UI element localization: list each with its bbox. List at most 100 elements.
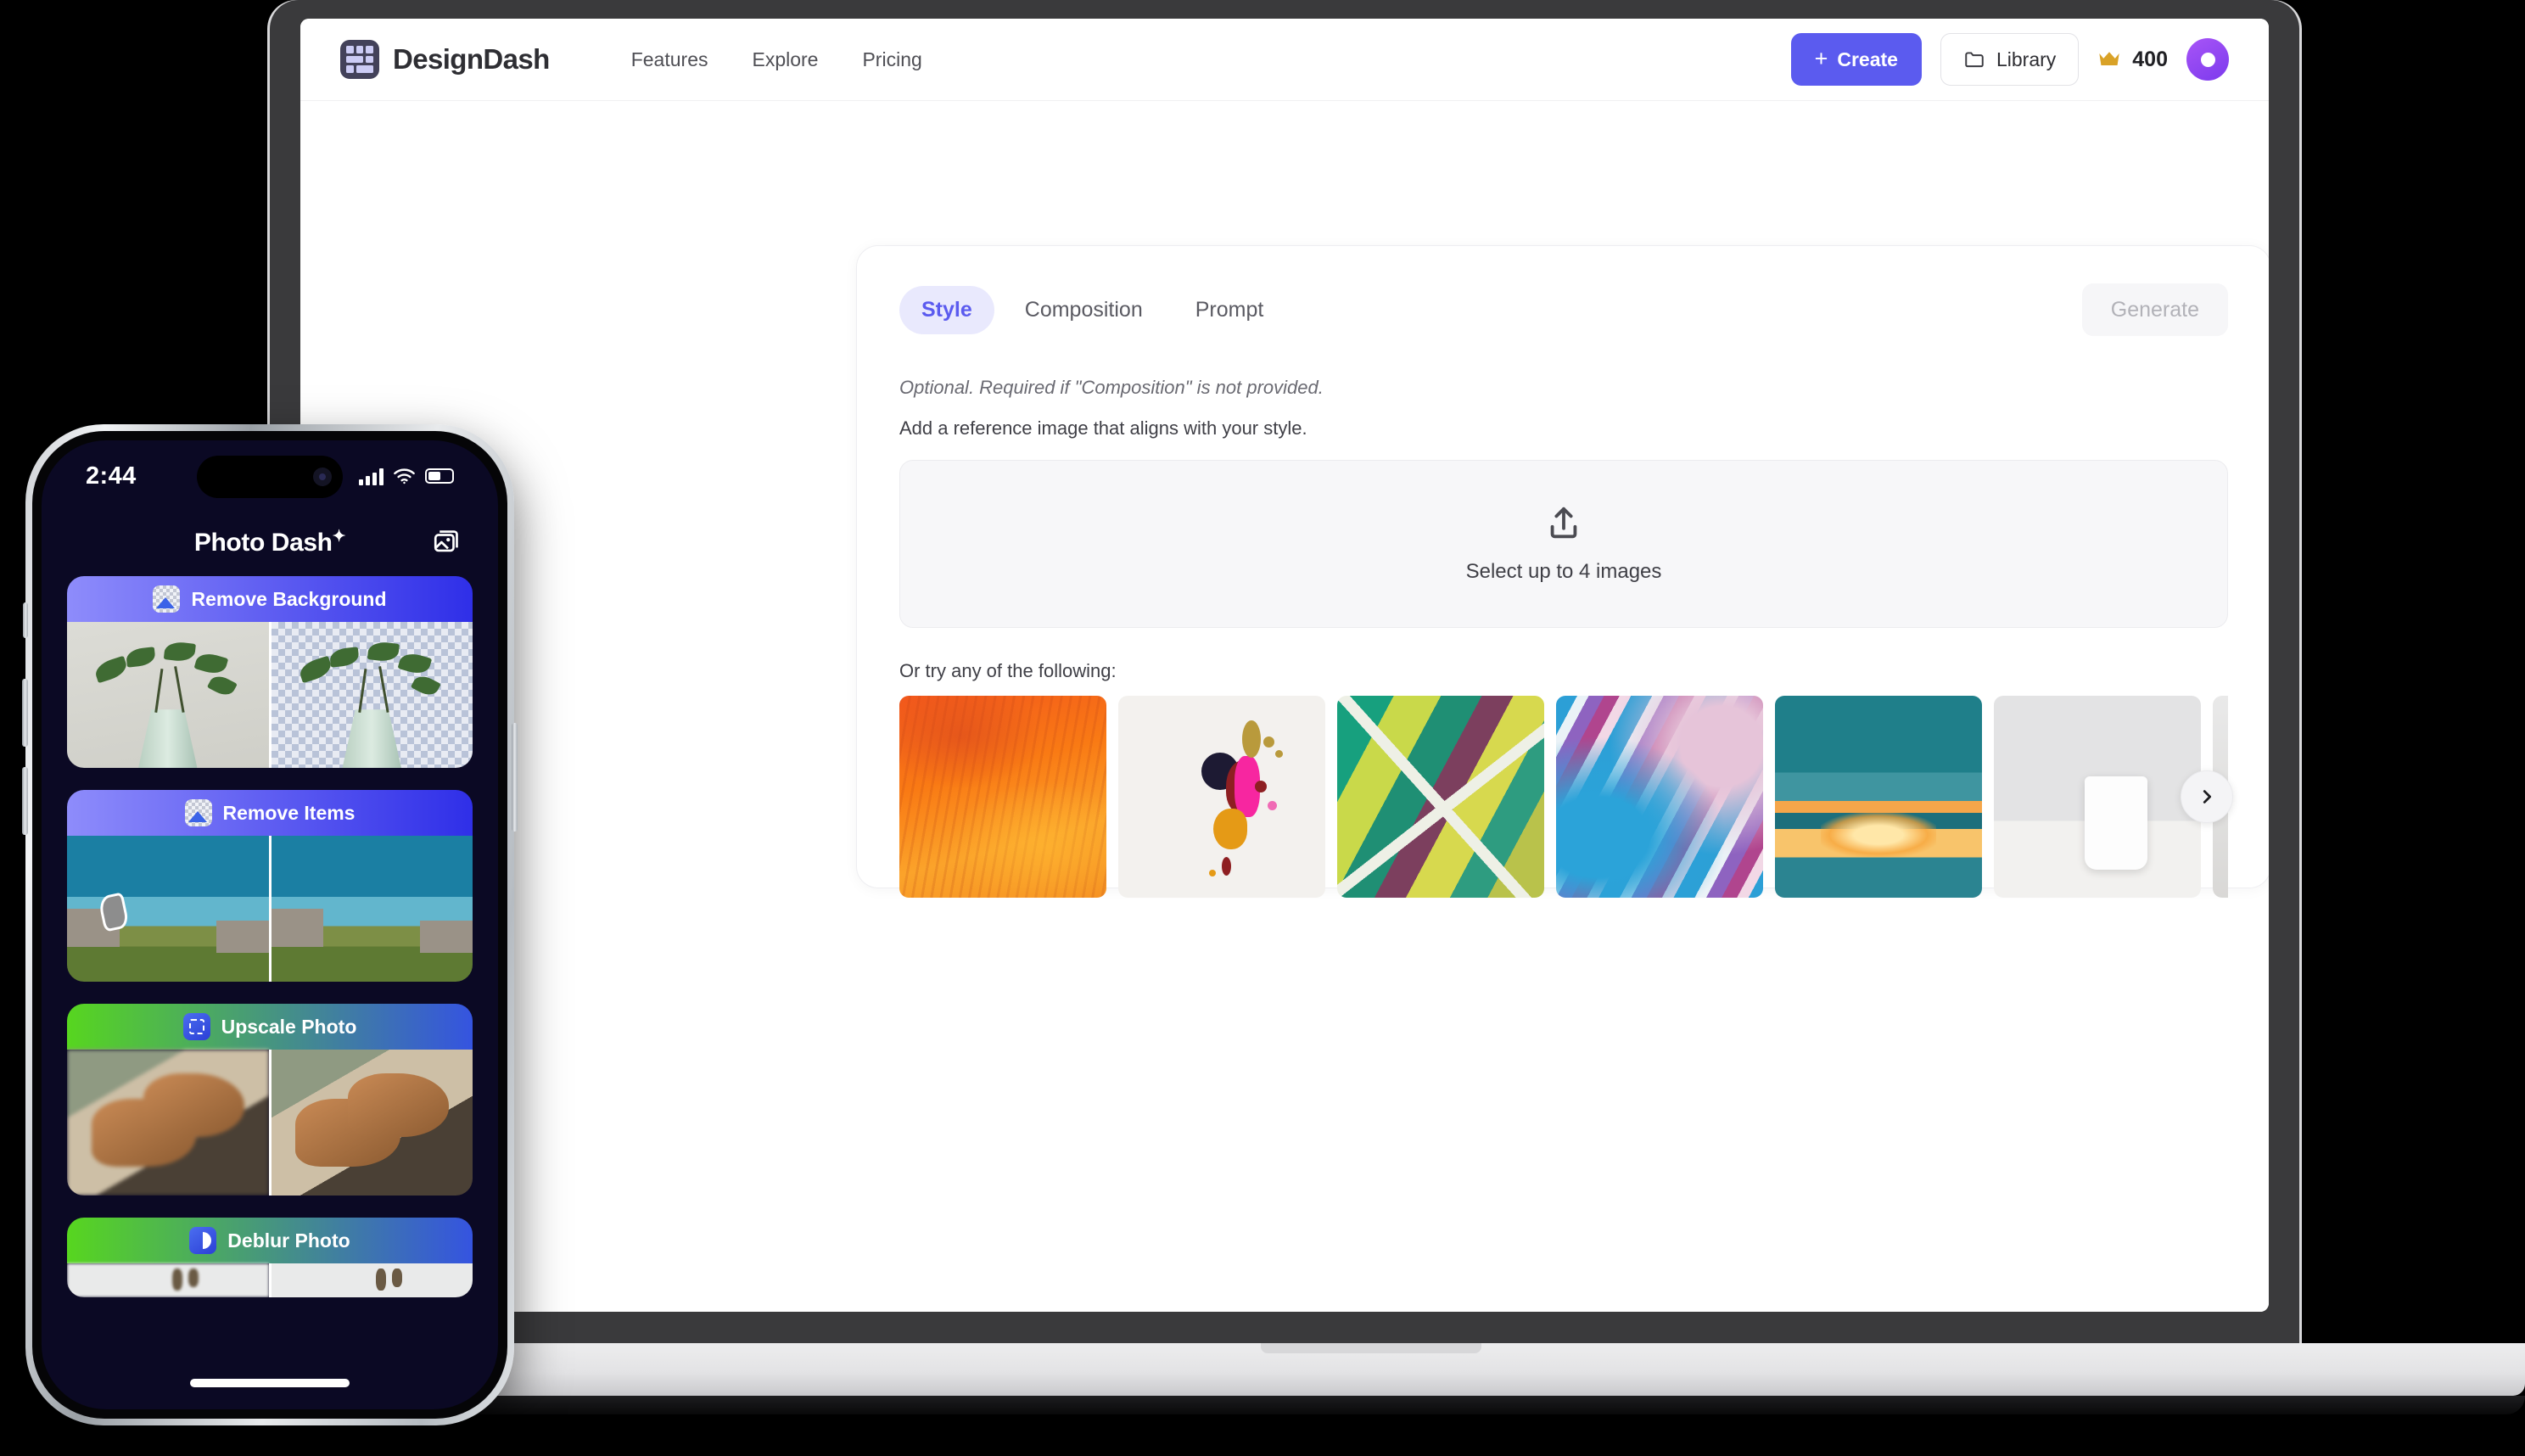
preview-before [67,836,269,982]
dropzone-label: Select up to 4 images [1465,560,1662,583]
nav-link-pricing[interactable]: Pricing [862,48,921,71]
generation-panel: Style Composition Prompt Generate Option… [856,245,2269,898]
phone-app-title: Photo Dash✦ [82,527,457,557]
deblur-icon [189,1227,217,1254]
plant-artwork [285,622,458,768]
gallery-thumb-teal-sunset-lake[interactable] [1775,696,1982,898]
laptop-base-notch [1261,1343,1481,1353]
create-button[interactable]: + Create [1790,33,1922,86]
screenshot-stage: DesignDash Features Explore Pricing + Cr… [0,0,2525,1456]
optional-hint: Optional. Required if "Composition" is n… [899,377,1324,398]
feature-card-title: Upscale Photo [221,1015,357,1038]
cellular-signal-icon [359,468,384,485]
front-camera-icon [313,468,332,486]
credits-indicator[interactable]: 400 [2097,48,2168,72]
laptop-foot [175,1396,2525,1414]
phone-app-header: Photo Dash✦ [42,512,498,576]
credits-value: 400 [2132,47,2168,71]
create-button-label: Create [1837,48,1898,70]
feature-card-remove-background[interactable]: Remove Background [67,576,473,768]
generate-button[interactable]: Generate [2081,283,2228,336]
logo-cell [366,46,373,53]
gallery-thumb-blue-purple-swirl[interactable] [1556,696,1763,898]
preview-after [268,836,473,982]
reference-hint: Add a reference image that aligns with y… [899,417,1307,439]
phone-mockup: 2:44 Photo Dash✦ Remove Background Remov… [22,424,518,1425]
gallery-label: Or try any of the following: [899,660,1117,681]
phone-volume-up-button[interactable] [22,679,28,747]
tab-prompt[interactable]: Prompt [1173,286,1286,334]
feature-card-title: Deblur Photo [227,1229,350,1252]
grid-logo-icon [340,40,379,79]
carousel-next-button[interactable] [2181,770,2233,823]
plant-artwork [81,622,255,768]
app-header: DesignDash Features Explore Pricing + Cr… [300,19,2269,101]
upload-icon [1550,507,1577,539]
nav-link-features[interactable]: Features [631,48,708,71]
vase [138,709,198,768]
feature-card-preview [67,1050,473,1196]
app-main: Style Composition Prompt Generate Option… [300,101,2269,1312]
preview-before [67,622,269,768]
preview-after [268,622,473,768]
phone-power-button[interactable] [512,723,518,832]
phone-feature-cards: Remove Background Remove Items Upscale P… [42,576,498,1297]
photos-library-icon[interactable] [432,528,461,557]
image-dropzone[interactable]: Select up to 4 images [899,460,2228,628]
preview-before [67,1050,269,1196]
home-indicator [190,1379,350,1387]
feature-card-header: Remove Background [67,576,473,622]
wifi-icon [394,468,415,484]
feature-card-upscale-photo[interactable]: Upscale Photo [67,1004,473,1196]
panel-tabs: Style Composition Prompt [899,285,1286,334]
gallery-thumb-white-mug-still-life[interactable] [1994,696,2201,898]
avatar-head [2200,53,2215,67]
logo-cell [346,65,354,73]
chevron-right-icon [2203,790,2212,804]
tab-composition[interactable]: Composition [1003,286,1165,334]
feature-card-title: Remove Items [222,801,356,824]
feature-card-header: Deblur Photo [67,1218,473,1263]
logo-cell [346,55,364,64]
laptop-mockup: DesignDash Features Explore Pricing + Cr… [270,0,2299,1343]
feature-card-deblur-photo[interactable]: Deblur Photo [67,1218,473,1297]
gallery-thumb-orange-wood-texture[interactable] [899,696,1106,898]
phone-app-title-text: Photo Dash [193,529,333,557]
feature-card-title: Remove Background [191,587,387,610]
logo-cell [356,46,364,53]
phone-screen: 2:44 Photo Dash✦ Remove Background Remov… [42,440,498,1409]
logo-cell [356,65,373,73]
gallery-track [899,696,2228,898]
vase [342,709,401,768]
gallery-thumb-paint-splatter[interactable] [1118,696,1325,898]
brand-name: DesignDash [393,43,550,75]
feature-card-remove-items[interactable]: Remove Items [67,790,473,982]
library-button[interactable]: Library [1940,33,2080,86]
feature-card-preview [67,622,473,768]
feature-card-preview [67,1263,473,1297]
panel-toolbar: Style Composition Prompt Generate [899,283,2228,336]
laptop-screen: DesignDash Features Explore Pricing + Cr… [300,19,2269,1312]
preview-after [268,1050,473,1196]
phone-status-bar: 2:44 [42,440,498,512]
crown-icon [2099,52,2119,65]
battery-icon [425,468,454,484]
user-avatar-icon[interactable] [2186,38,2229,100]
dynamic-island [197,456,343,498]
phone-mute-switch[interactable] [23,602,28,638]
phone-volume-down-button[interactable] [22,767,28,835]
header-actions: + Create Library 400 [1790,33,2229,100]
feature-card-header: Upscale Photo [67,1004,473,1050]
gallery-thumb-geometric-triangles[interactable] [1337,696,1544,898]
preview-after [268,1263,473,1297]
sparkle-icon: ✦ [332,528,346,546]
status-icons [359,468,454,485]
brand[interactable]: DesignDash [340,40,550,79]
plus-icon: + [1814,45,1828,71]
feature-card-preview [67,836,473,982]
image-checker-icon [153,585,181,613]
tab-style[interactable]: Style [899,285,994,334]
nav-link-explore[interactable]: Explore [752,48,818,71]
preview-before [67,1263,269,1297]
logo-cell [366,55,373,64]
